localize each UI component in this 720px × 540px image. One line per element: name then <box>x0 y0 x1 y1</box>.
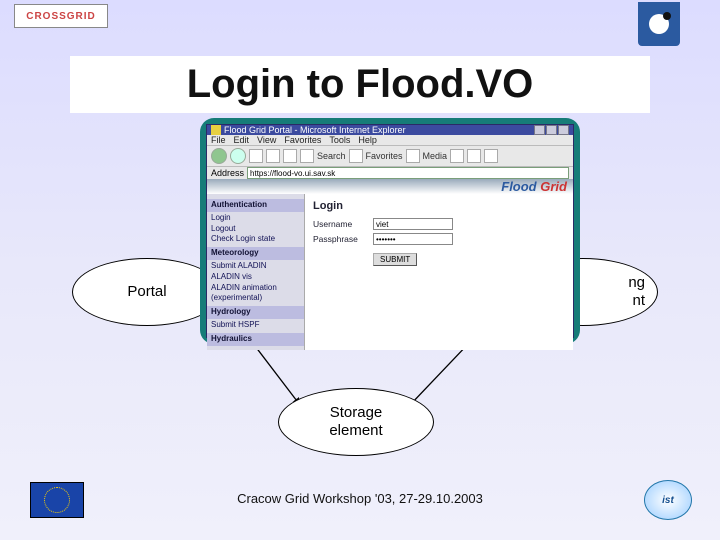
history-icon[interactable] <box>450 149 464 163</box>
minimize-button[interactable] <box>534 125 545 135</box>
logo-crossgrid: CROSSGRID <box>14 4 108 28</box>
node-storage-line2: element <box>329 422 382 439</box>
browser-toolbar: Search Favorites Media <box>207 145 573 166</box>
page-title: Login to Flood.VO <box>70 56 650 113</box>
sidebar-item-aladin-vis[interactable]: ALADIN vis <box>211 272 300 283</box>
sidebar-hdr-hydrology: Hydrology <box>207 306 304 319</box>
menu-help[interactable]: Help <box>358 135 377 145</box>
address-input[interactable] <box>247 167 569 179</box>
search-icon[interactable] <box>300 149 314 163</box>
banner-flood: Flood <box>501 179 536 194</box>
menu-view[interactable]: View <box>257 135 276 145</box>
node-compute-suffix1: ng <box>628 274 645 291</box>
sidebar-hdr-meteorology: Meteorology <box>207 247 304 260</box>
maximize-button[interactable] <box>546 125 557 135</box>
address-bar: Address <box>207 166 573 179</box>
menu-file[interactable]: File <box>211 135 226 145</box>
sidebar-item-login[interactable]: Login <box>211 213 300 224</box>
menu-favorites[interactable]: Favorites <box>284 135 321 145</box>
node-storage-element: Storage element <box>278 388 434 456</box>
node-storage-line1: Storage <box>330 404 383 421</box>
login-heading: Login <box>313 200 565 212</box>
back-button[interactable] <box>211 148 227 164</box>
browser-menubar: File Edit View Favorites Tools Help <box>207 135 573 145</box>
toolbar-favorites-label[interactable]: Favorites <box>366 151 403 161</box>
browser-title: Flood Grid Portal - Microsoft Internet E… <box>224 125 406 135</box>
sidebar-item-submit-aladin[interactable]: Submit ALADIN <box>211 261 300 272</box>
stop-icon[interactable] <box>249 149 263 163</box>
eu-flag-icon <box>30 482 84 518</box>
footer-text: Cracow Grid Workshop '03, 27-29.10.2003 <box>0 491 720 506</box>
browser-titlebar: Flood Grid Portal - Microsoft Internet E… <box>207 125 573 135</box>
submit-button[interactable]: SUBMIT <box>373 253 417 266</box>
portal-banner: Flood Grid <box>207 179 573 194</box>
sidebar-hdr-auth: Authentication <box>207 199 304 212</box>
home-icon[interactable] <box>283 149 297 163</box>
node-portal-label: Portal <box>127 283 166 301</box>
menu-edit[interactable]: Edit <box>234 135 250 145</box>
close-button[interactable] <box>558 125 569 135</box>
passphrase-input[interactable] <box>373 233 453 245</box>
forward-button[interactable] <box>230 148 246 164</box>
media-icon[interactable] <box>406 149 420 163</box>
sidebar-item-logout[interactable]: Logout <box>211 224 300 235</box>
passphrase-label: Passphrase <box>313 234 373 244</box>
menu-tools[interactable]: Tools <box>329 135 350 145</box>
ist-logo: ist <box>644 480 692 520</box>
banner-grid: Grid <box>540 179 567 194</box>
node-compute-suffix2: nt <box>632 292 645 309</box>
portal-main: Login Username Passphrase SUBMIT <box>305 194 573 350</box>
print-icon[interactable] <box>484 149 498 163</box>
browser-window: Flood Grid Portal - Microsoft Internet E… <box>200 118 580 344</box>
sidebar-item-check-login[interactable]: Check Login state <box>211 234 300 245</box>
favorites-icon[interactable] <box>349 149 363 163</box>
sidebar-item-aladin-anim[interactable]: ALADIN animation <box>211 283 300 294</box>
sidebar-item-experimental[interactable]: (experimental) <box>211 293 300 304</box>
mail-icon[interactable] <box>467 149 481 163</box>
sidebar-hdr-hydraulics: Hydraulics <box>207 333 304 346</box>
toolbar-media-label[interactable]: Media <box>423 151 448 161</box>
username-input[interactable] <box>373 218 453 230</box>
toolbar-search-label[interactable]: Search <box>317 151 346 161</box>
address-label: Address <box>211 168 244 178</box>
refresh-icon[interactable] <box>266 149 280 163</box>
sidebar-item-submit-hspf[interactable]: Submit HSPF <box>211 320 300 331</box>
portal-sidebar: Authentication Login Logout Check Login … <box>207 194 305 350</box>
username-label: Username <box>313 219 373 229</box>
logo-top-right <box>638 2 680 46</box>
ie-icon <box>211 125 221 135</box>
